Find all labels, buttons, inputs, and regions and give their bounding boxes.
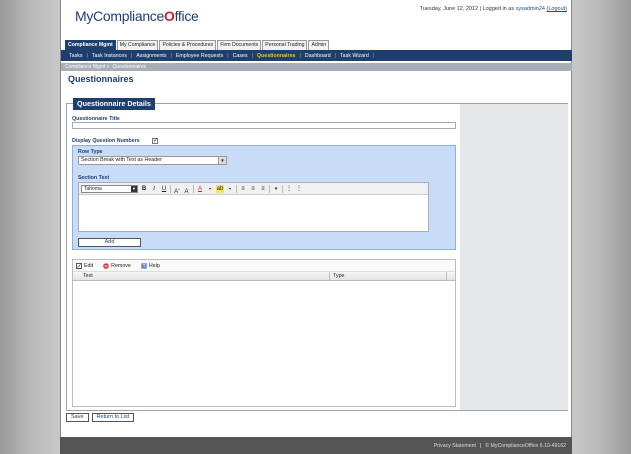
add-button[interactable]: Add <box>78 238 141 247</box>
toolbar-separator <box>193 184 194 193</box>
subnav-task-wizard[interactable]: Task Wizard <box>336 53 373 59</box>
tab-personal-trading[interactable]: Personal Trading <box>262 40 308 50</box>
display-numbers-label: Display Question Numbers <box>72 138 140 144</box>
logout-link[interactable]: (Logout) <box>547 6 568 12</box>
link-icon[interactable]: ● <box>272 185 280 193</box>
subnav-separator: | <box>372 52 375 59</box>
edit-icon[interactable] <box>76 262 82 269</box>
page-container: MyComplianceOffice Tuesday, June 12, 201… <box>60 0 572 437</box>
questions-grid: Edit Remove ? Help Text Type <box>72 259 456 407</box>
align-right-icon[interactable]: ≡ <box>259 185 267 193</box>
form-actions: Save Return to List <box>66 413 135 422</box>
underline-icon[interactable]: U <box>160 185 168 193</box>
user-bar: Tuesday, June 12, 2012 | Logged in as sy… <box>420 6 567 12</box>
chevron-down-icon[interactable]: ▼ <box>218 157 226 164</box>
copyright-text: © MyComplianceOffice 6.10-49162 <box>485 442 566 449</box>
logged-in-label: | Logged in as <box>479 6 515 12</box>
panel-legend: Questionnaire Details <box>73 98 155 110</box>
unordered-list-icon[interactable]: ⋮ <box>295 185 303 193</box>
subnav-tasks[interactable]: Tasks <box>65 53 87 59</box>
display-numbers-checkbox[interactable]: ✓ <box>152 138 158 144</box>
breadcrumb-item[interactable]: Compliance Mgmt » <box>65 64 109 70</box>
tab-compliance-mgmt[interactable]: Compliance Mgmt <box>65 40 116 50</box>
tab-policies-procedures[interactable]: Policies & Procedures <box>159 40 217 50</box>
username-link[interactable]: sysadmin24 <box>516 6 545 12</box>
editor-toolbar: Tahoma ▼ B I U A+ A- A ▾ ab ▾ ≡ ≡ ≡ ● ⋮ … <box>79 183 428 195</box>
column-header-spacer <box>447 272 455 280</box>
section-text-label: Section Text <box>78 175 110 181</box>
tab-my-compliance[interactable]: My Compliance <box>116 40 159 50</box>
remove-icon[interactable] <box>103 262 109 269</box>
toolbar-separator <box>282 184 283 193</box>
subnav-assignments[interactable]: Assignments <box>132 53 170 59</box>
subnav-cases[interactable]: Cases <box>229 53 252 59</box>
privacy-link[interactable]: Privacy Statement <box>434 443 476 449</box>
font-size-decrease-icon[interactable]: A- <box>183 185 191 195</box>
grid-header: Text Type <box>73 272 455 281</box>
row-type-select[interactable]: Section Break with Text as Header ▼ <box>78 156 227 165</box>
remove-button[interactable]: Remove <box>111 263 131 269</box>
font-size-increase-icon[interactable]: A+ <box>173 185 181 195</box>
chevron-down-icon[interactable]: ▼ <box>131 185 137 192</box>
tab-admin[interactable]: Admin <box>308 40 330 50</box>
align-left-icon[interactable]: ≡ <box>239 185 247 193</box>
page-title: Questionnaires <box>68 74 134 84</box>
footer: Privacy Statement | © MyComplianceOffice… <box>60 437 572 454</box>
subnav-questionnaires[interactable]: Questionnaires <box>253 53 300 59</box>
bold-icon[interactable]: B <box>140 185 148 193</box>
row-type-label: Row Type <box>78 149 103 155</box>
logo-text: MyCompliance <box>75 8 164 24</box>
font-color-icon[interactable]: A <box>196 185 204 193</box>
tab-firm-documents[interactable]: Firm Documents <box>217 40 262 50</box>
footer-separator: | <box>479 442 482 449</box>
toolbar-separator <box>170 184 171 193</box>
subnav-employee-requests[interactable]: Employee Requests <box>172 53 227 59</box>
save-button[interactable]: Save <box>66 413 89 422</box>
chevron-down-icon[interactable]: ▾ <box>226 185 234 193</box>
breadcrumb: Compliance Mgmt » Questionnaires <box>61 63 572 71</box>
current-date: Tuesday, June 12, 2012 <box>419 6 479 12</box>
app-logo[interactable]: MyComplianceOffice <box>75 8 199 24</box>
toolbar-separator <box>236 184 237 193</box>
questionnaire-details-panel: Questionnaire Details Questionnaire Titl… <box>66 98 568 411</box>
column-header-text[interactable]: Text <box>73 272 330 280</box>
align-center-icon[interactable]: ≡ <box>249 185 257 193</box>
highlight-icon[interactable]: ab <box>216 184 224 193</box>
help-button[interactable]: Help <box>149 263 160 269</box>
row-editor-box: Row Type Section Break with Text as Head… <box>72 145 456 250</box>
rich-text-editor: Tahoma ▼ B I U A+ A- A ▾ ab ▾ ≡ ≡ ≡ ● ⋮ … <box>78 182 429 232</box>
ordered-list-icon[interactable]: ⋮ <box>285 185 293 193</box>
logo-check-icon: O <box>164 8 175 24</box>
return-to-list-button[interactable]: Return to List <box>91 413 135 422</box>
svg-text:?: ? <box>142 264 145 269</box>
main-tabs: Compliance Mgmt My Compliance Policies &… <box>65 40 330 50</box>
font-family-value: Tahoma <box>84 185 102 192</box>
font-family-select[interactable]: Tahoma ▼ <box>81 184 138 193</box>
subnav-task-instances[interactable]: Task Instances <box>88 53 131 59</box>
row-type-value: Section Break with Text as Header <box>81 157 162 163</box>
italic-icon[interactable]: I <box>150 185 158 193</box>
edit-button[interactable]: Edit <box>84 263 93 269</box>
toolbar-separator <box>269 184 270 193</box>
questionnaire-title-input[interactable] <box>72 122 456 129</box>
logo-suffix: ffice <box>174 8 199 24</box>
sub-nav: Tasks | Task Instances | Assignments | Empl… <box>61 50 572 61</box>
right-side-panel <box>460 104 568 410</box>
column-header-type[interactable]: Type <box>330 272 447 280</box>
subnav-dashboard[interactable]: Dashboard <box>301 53 335 59</box>
help-icon[interactable]: ? <box>141 262 147 269</box>
chevron-down-icon[interactable]: ▾ <box>206 185 214 193</box>
grid-toolbar: Edit Remove ? Help <box>73 260 455 272</box>
breadcrumb-item: Questionnaires <box>112 64 147 70</box>
